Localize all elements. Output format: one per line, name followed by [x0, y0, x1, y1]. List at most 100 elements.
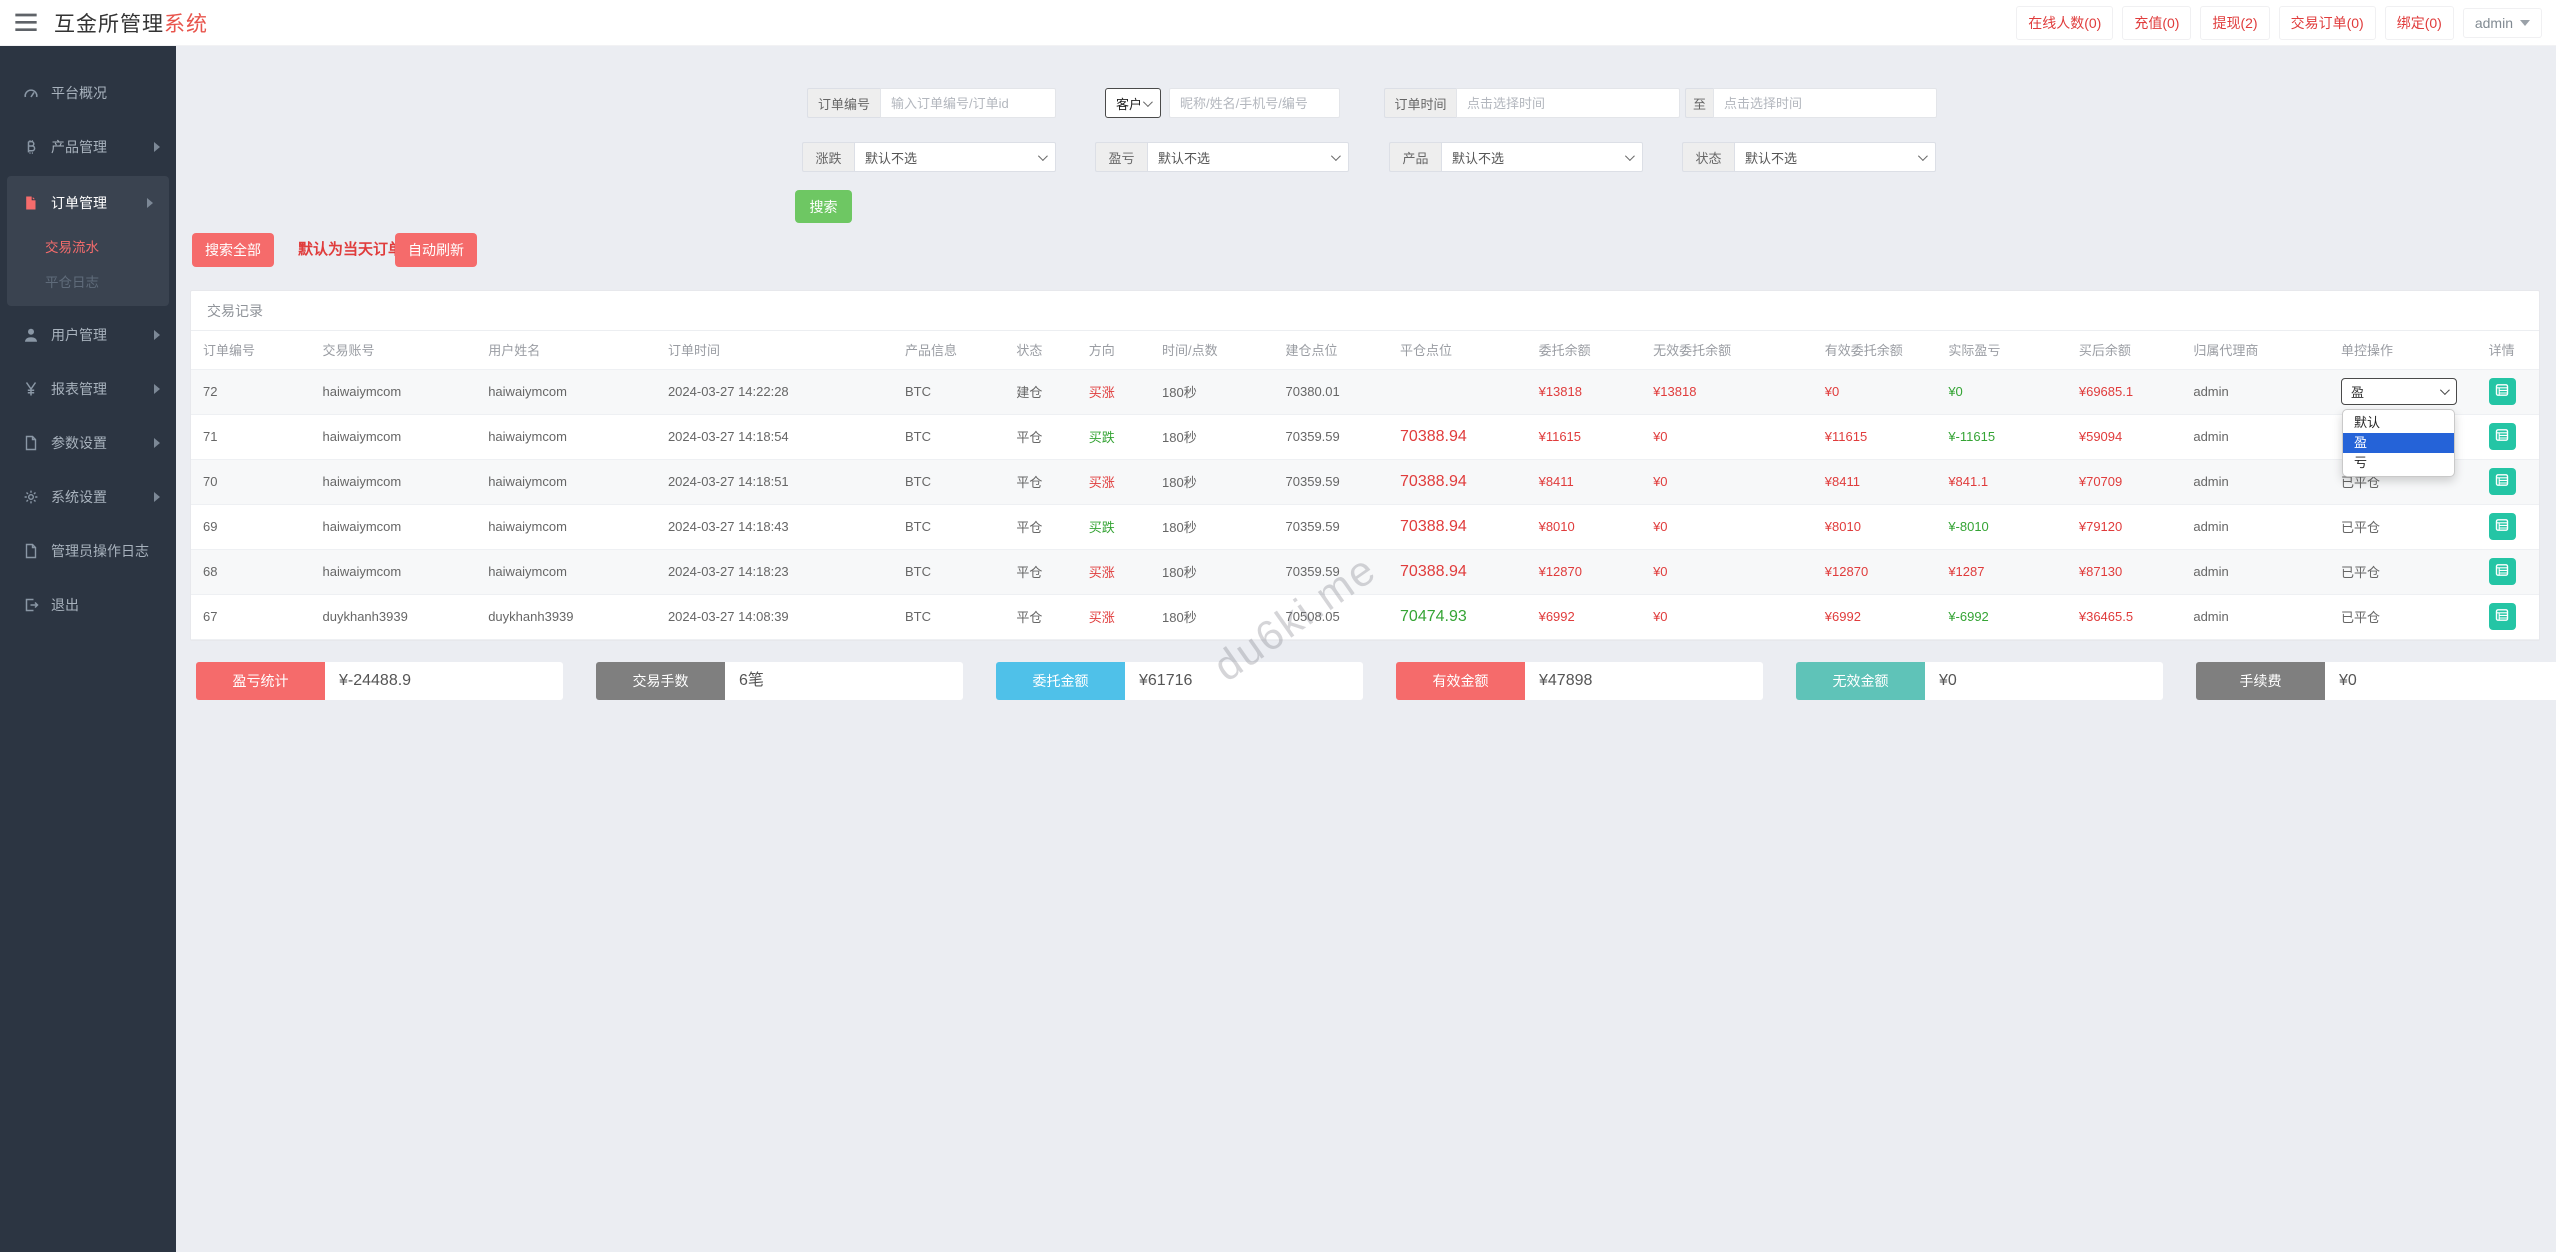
search-all-button[interactable]: 搜索全部 [192, 233, 274, 267]
cell-value: ¥8010 [1538, 519, 1575, 534]
cell-open_point: 70359.59 [1273, 504, 1389, 550]
cell-valid_entrust: ¥8010 [1812, 504, 1937, 550]
cell-after_balance: ¥79120 [2066, 504, 2182, 550]
toplink-trade-orders[interactable]: 交易订单(0) [2278, 5, 2376, 40]
admin-menu[interactable]: admin [2462, 7, 2542, 38]
updown-label: 涨跌 [802, 142, 854, 172]
sidebar-item-overview[interactable]: 平台概况 [0, 66, 176, 120]
cell-close_point: 70388.94 [1388, 414, 1527, 460]
sidebar-item-label: 用户管理 [51, 327, 107, 343]
sidebar-item-orders[interactable]: 订单管理 [7, 176, 169, 230]
cell-value: ¥11615 [1824, 429, 1868, 444]
cell-status: 平仓 [1004, 549, 1077, 595]
cell-value: ¥70709 [2078, 474, 2123, 489]
order-time-label: 订单时间 [1384, 88, 1456, 118]
customer-search-input[interactable] [1169, 88, 1340, 118]
detail-button[interactable] [2488, 603, 2516, 630]
cell-value: ¥13818 [1653, 384, 1697, 399]
time-end-input[interactable] [1713, 88, 1937, 118]
cell-name: haiwaiymcom [476, 369, 656, 415]
detail-button[interactable] [2488, 378, 2516, 405]
list-icon [2494, 472, 2510, 491]
search-button[interactable]: 搜索 [795, 190, 852, 223]
customer-type-select[interactable]: 客户 [1105, 88, 1161, 118]
column-header: 产品信息 [892, 331, 1005, 370]
toplink-online-count[interactable]: 在线人数(0) [2016, 5, 2114, 40]
status-select[interactable]: 默认不选 [1734, 142, 1936, 172]
detail-button[interactable] [2488, 423, 2516, 450]
summary-valid-amount: 有效金额 ¥47898 [1396, 662, 1763, 700]
detail-button[interactable] [2488, 468, 2516, 495]
cell-name: haiwaiymcom [476, 504, 656, 550]
chevron-down-icon [1142, 96, 1153, 107]
cell-entrust_balance: ¥6992 [1526, 594, 1642, 640]
cell-value: ¥12870 [1538, 564, 1582, 579]
detail-button[interactable] [2488, 558, 2516, 585]
cell-agent: admin [2181, 459, 2329, 505]
sidebar-item-logout[interactable]: 退出 [0, 578, 176, 632]
order-control-select[interactable]: 盈 [2340, 378, 2457, 405]
sidebar-subitem-trade-flow[interactable]: 交易流水 [7, 230, 169, 265]
summary-value: 6笔 [725, 662, 963, 700]
user-icon [22, 327, 39, 344]
list-icon [2494, 562, 2510, 581]
column-header: 无效委托余额 [1641, 331, 1813, 370]
toplink-recharge[interactable]: 充值(0) [2122, 5, 2192, 40]
summary-value: ¥47898 [1525, 662, 1763, 700]
time-start-input[interactable] [1456, 88, 1680, 118]
hamburger-icon[interactable] [14, 13, 38, 33]
cell-detail [2476, 369, 2539, 415]
cell-value: ¥0 [1653, 429, 1668, 444]
cell-entrust_balance: ¥8010 [1526, 504, 1642, 550]
sidebar-item-users[interactable]: 用户管理 [0, 308, 176, 362]
cell-direction: 买跌 [1076, 414, 1151, 460]
filter-profit: 盈亏 默认不选 [1095, 142, 1349, 172]
sidebar-item-reports[interactable]: 报表管理 [0, 362, 176, 416]
sidebar-item-params[interactable]: 参数设置 [0, 416, 176, 470]
sidebar-item-admin-log[interactable]: 管理员操作日志 [0, 524, 176, 578]
product-select[interactable]: 默认不选 [1441, 142, 1643, 172]
detail-button[interactable] [2488, 513, 2516, 540]
cell-direction: 买涨 [1076, 459, 1151, 505]
chevron-down-icon [1917, 150, 1928, 161]
dropdown-option[interactable]: 默认 [2343, 413, 2454, 433]
chevron-down-icon [1624, 150, 1635, 161]
chevron-down-icon [1037, 150, 1048, 161]
dropdown-option[interactable]: 亏 [2343, 453, 2454, 473]
toplink-withdraw[interactable]: 提现(2) [2200, 5, 2270, 40]
chevron-down-icon [2439, 385, 2450, 396]
cell-value: ¥0 [1653, 564, 1668, 579]
cell-status: 建仓 [1004, 369, 1077, 415]
summary-value: ¥-24488.9 [325, 662, 563, 700]
top-bar: 互金所管理系统 在线人数(0) 充值(0) 提现(2) 交易订单(0) 绑定(0) ad… [0, 0, 2556, 46]
status-label: 状态 [1682, 142, 1734, 172]
cell-value: ¥841.1 [1948, 474, 1989, 489]
dropdown-option[interactable]: 盈 [2342, 433, 2454, 453]
topbar-links: 在线人数(0) 充值(0) 提现(2) 交易订单(0) 绑定(0) admin [2016, 5, 2542, 40]
sidebar-item-system[interactable]: 系统设置 [0, 470, 176, 524]
cell-detail [2476, 414, 2539, 460]
sidebar-item-label: 系统设置 [51, 489, 107, 505]
cell-invalid_entrust: ¥0 [1641, 414, 1813, 460]
list-icon [2494, 517, 2510, 536]
cell-status: 平仓 [1004, 459, 1077, 505]
order-no-input[interactable] [880, 88, 1056, 118]
list-icon [2494, 607, 2510, 626]
column-header: 时间/点数 [1150, 331, 1274, 370]
cell-id: 70 [191, 459, 311, 505]
chevron-right-icon [154, 330, 160, 340]
column-header: 订单编号 [191, 331, 311, 370]
sidebar-item-label: 退出 [51, 597, 79, 613]
toplink-bind[interactable]: 绑定(0) [2384, 5, 2454, 40]
cell-open_point: 70359.59 [1273, 459, 1389, 505]
cell-direction: 买涨 [1076, 594, 1151, 640]
trade-records-card: 交易记录 订单编号 交易账号 用户姓名 订单时间 产品信息 状态 方向 时间/点数 建仓点位 平仓… [190, 290, 2540, 641]
sidebar-subitem-close-log[interactable]: 平仓日志 [7, 265, 169, 300]
summary-bar: 盈亏统计 ¥-24488.9 交易手数 6笔 委托金额 ¥61716 有效金额 ¥47898 无… [196, 662, 2556, 700]
profit-select[interactable]: 默认不选 [1147, 142, 1349, 172]
auto-refresh-button[interactable]: 自动刷新 [395, 233, 477, 267]
summary-label: 盈亏统计 [196, 662, 325, 700]
sidebar-item-products[interactable]: 产品管理 [0, 120, 176, 174]
updown-select[interactable]: 默认不选 [854, 142, 1056, 172]
cell-status: 平仓 [1004, 414, 1077, 460]
